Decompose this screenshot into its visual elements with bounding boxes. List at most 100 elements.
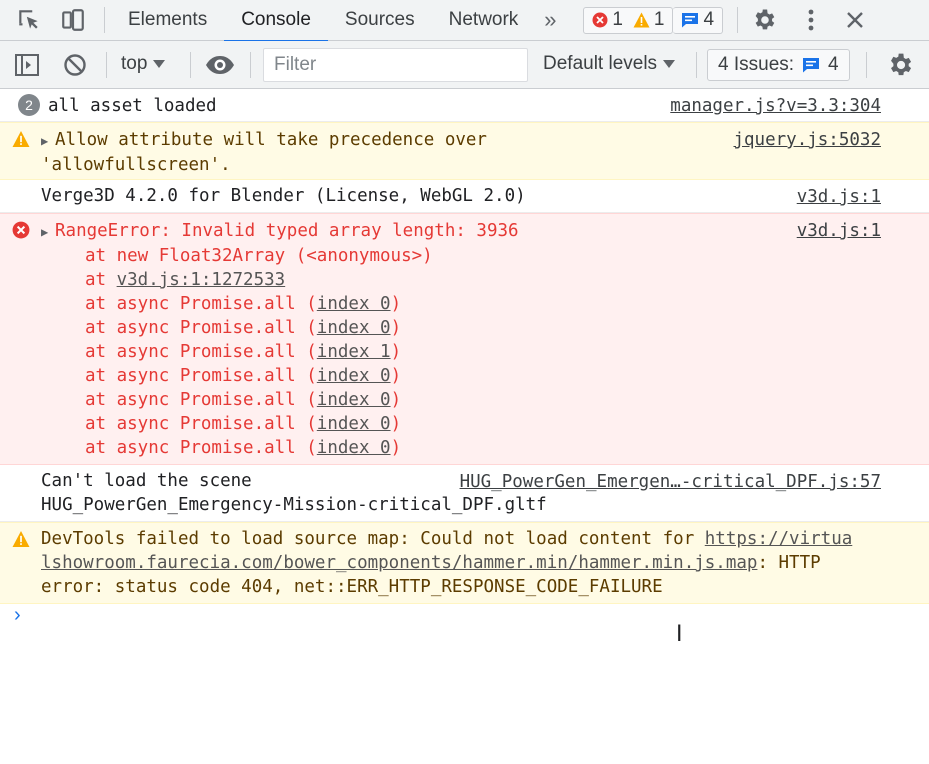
- issues-button[interactable]: 4 Issues: 4: [707, 49, 850, 81]
- settings-gear-icon[interactable]: [738, 0, 790, 41]
- source-link[interactable]: jquery.js:5032: [733, 128, 881, 152]
- source-map-link[interactable]: https://virtua: [705, 529, 853, 549]
- stack-frame-suffix: ): [390, 294, 402, 314]
- error-icon: [592, 12, 608, 28]
- console-message-warning: DevTools failed to load source map: Coul…: [0, 522, 929, 604]
- stack-frame: at async Promise.all (index 0): [0, 388, 929, 412]
- stack-frame-text: at async Promise.all (: [85, 342, 317, 362]
- source-link[interactable]: v3d.js:1: [797, 185, 881, 209]
- message-counters[interactable]: 1 1: [583, 6, 674, 34]
- more-tabs-icon[interactable]: »: [535, 0, 565, 41]
- error-count: 1: [612, 9, 623, 30]
- stack-frame: at async Promise.all (index 0): [0, 316, 929, 340]
- sidebar-toggle-icon[interactable]: [14, 41, 40, 89]
- filter-input[interactable]: [263, 48, 528, 82]
- tab-elements[interactable]: Elements: [111, 0, 224, 41]
- message-icon: [803, 58, 820, 73]
- stack-frame: at new Float32Array (<anonymous>): [0, 244, 929, 268]
- stack-frame-link[interactable]: index 0: [317, 390, 391, 410]
- stack-frame-text: at async Promise.all (: [85, 390, 317, 410]
- source-link[interactable]: manager.js?v=3.3:304: [670, 94, 881, 118]
- stack-frame: at async Promise.all (index 0): [0, 364, 929, 388]
- message-count: 4: [703, 9, 715, 30]
- console-message: Verge3D 4.2.0 for Blender (License, WebG…: [0, 180, 929, 213]
- stack-frame-suffix: ): [390, 342, 402, 362]
- log-levels-dropdown[interactable]: Default levels: [543, 53, 676, 75]
- issues-label: 4 Issues:: [718, 54, 795, 75]
- console-message: Can't load the scene HUG_PowerGen_Emerge…: [0, 465, 929, 522]
- stack-frame: at v3d.js:1:1272533: [0, 268, 929, 292]
- source-link[interactable]: HUG_PowerGen_Emergen…-critical_DPF.js:57: [460, 470, 881, 494]
- error-icon: [12, 221, 30, 239]
- console-message-warning: ▶ Allow attribute will take precedence ov…: [0, 122, 929, 180]
- context-label: top: [121, 53, 148, 74]
- stack-frame-suffix: ): [390, 318, 402, 338]
- clear-console-icon[interactable]: [63, 41, 87, 89]
- console-toolbar: top Default levels 4 Issues: 4: [0, 41, 929, 89]
- context-selector[interactable]: top: [121, 53, 166, 75]
- close-icon[interactable]: [832, 0, 878, 41]
- message-text: DevTools failed to load source map: Coul…: [41, 529, 705, 549]
- live-expression-eye-icon[interactable]: [205, 41, 235, 89]
- message-text-mid: : HTTP: [757, 553, 821, 573]
- tab-network[interactable]: Network: [432, 0, 536, 41]
- devtools-tabbar: Elements Console Sources Network » 1 1 4: [0, 0, 929, 42]
- stack-frame-link[interactable]: index 0: [317, 366, 391, 386]
- stack-frame-link[interactable]: index 1: [317, 342, 391, 362]
- console-message-error: ▶ RangeError: Invalid typed array length:…: [0, 213, 929, 465]
- stack-frame-text: at new Float32Array (<anonymous>): [85, 246, 433, 266]
- divider: [106, 52, 107, 78]
- dropdown-arrow-icon: [663, 60, 676, 68]
- source-link[interactable]: v3d.js:1: [797, 219, 881, 243]
- message-text-continued: 'allowfullscreen'.: [41, 155, 231, 175]
- stack-frame: at async Promise.all (index 0): [0, 412, 929, 436]
- console-messages: 2 all asset loaded manager.js?v=3.3:304 …: [0, 89, 929, 604]
- levels-label: Default levels: [543, 53, 658, 74]
- inspect-element-icon[interactable]: [0, 0, 58, 41]
- stack-frame-suffix: ): [390, 366, 402, 386]
- message-text: Allow attribute will take precedence ove…: [55, 130, 487, 150]
- error-text: RangeError: Invalid typed array length: …: [55, 221, 519, 241]
- expand-triangle-icon[interactable]: ▶: [41, 129, 55, 153]
- stack-frame: at async Promise.all (index 0): [0, 292, 929, 316]
- more-options-icon[interactable]: [790, 0, 832, 41]
- stack-frame-link[interactable]: index 0: [317, 438, 391, 458]
- repeat-count-badge: 2: [18, 94, 40, 116]
- stack-trace: at new Float32Array (<anonymous>) at v3d.…: [0, 244, 929, 460]
- stack-frame-link[interactable]: index 0: [317, 414, 391, 434]
- expand-triangle-icon[interactable]: ▶: [41, 220, 55, 244]
- warning-icon: [12, 131, 30, 147]
- info-counter: 4: [681, 9, 714, 31]
- divider: [866, 52, 867, 78]
- console-prompt-chevron-icon[interactable]: ›: [14, 604, 21, 627]
- device-toolbar-icon[interactable]: [58, 0, 88, 41]
- message-icon: [682, 13, 699, 28]
- stack-frame-text: at async Promise.all (: [85, 294, 317, 314]
- tab-sources[interactable]: Sources: [328, 0, 432, 41]
- stack-frame-suffix: ): [390, 390, 402, 410]
- stack-frame-link[interactable]: index 0: [317, 318, 391, 338]
- message-text: Verge3D 4.2.0 for Blender (License, WebG…: [41, 186, 526, 206]
- message-text-end: error: status code 404, net::ERR_HTTP_RE…: [41, 577, 663, 597]
- stack-frame-suffix: ): [390, 414, 402, 434]
- stack-frame-text: at async Promise.all (: [85, 366, 317, 386]
- dropdown-arrow-icon: [153, 60, 166, 68]
- stack-frame-link[interactable]: v3d.js:1:1272533: [117, 270, 286, 290]
- divider: [190, 52, 191, 78]
- console-settings-gear-icon[interactable]: [886, 41, 914, 89]
- divider: [696, 52, 697, 78]
- source-map-link-continued[interactable]: lshowroom.faurecia.com/bower_components/…: [41, 553, 757, 573]
- stack-frame-text: at async Promise.all (: [85, 438, 317, 458]
- stack-frame: at async Promise.all (index 1): [0, 340, 929, 364]
- message-text-continued: HUG_PowerGen_Emergency-Mission-critical_…: [41, 495, 547, 515]
- stack-frame-text: at async Promise.all (: [85, 318, 317, 338]
- tab-console[interactable]: Console: [224, 0, 328, 42]
- message-counter[interactable]: 4: [673, 6, 724, 34]
- stack-frame-link[interactable]: index 0: [317, 294, 391, 314]
- error-counter: 1: [592, 9, 623, 31]
- divider: [104, 7, 105, 33]
- text-cursor-icon: I: [676, 622, 683, 647]
- stack-frame-text: at: [85, 270, 117, 290]
- warning-counter: 1: [633, 9, 664, 31]
- warning-icon: [633, 12, 650, 28]
